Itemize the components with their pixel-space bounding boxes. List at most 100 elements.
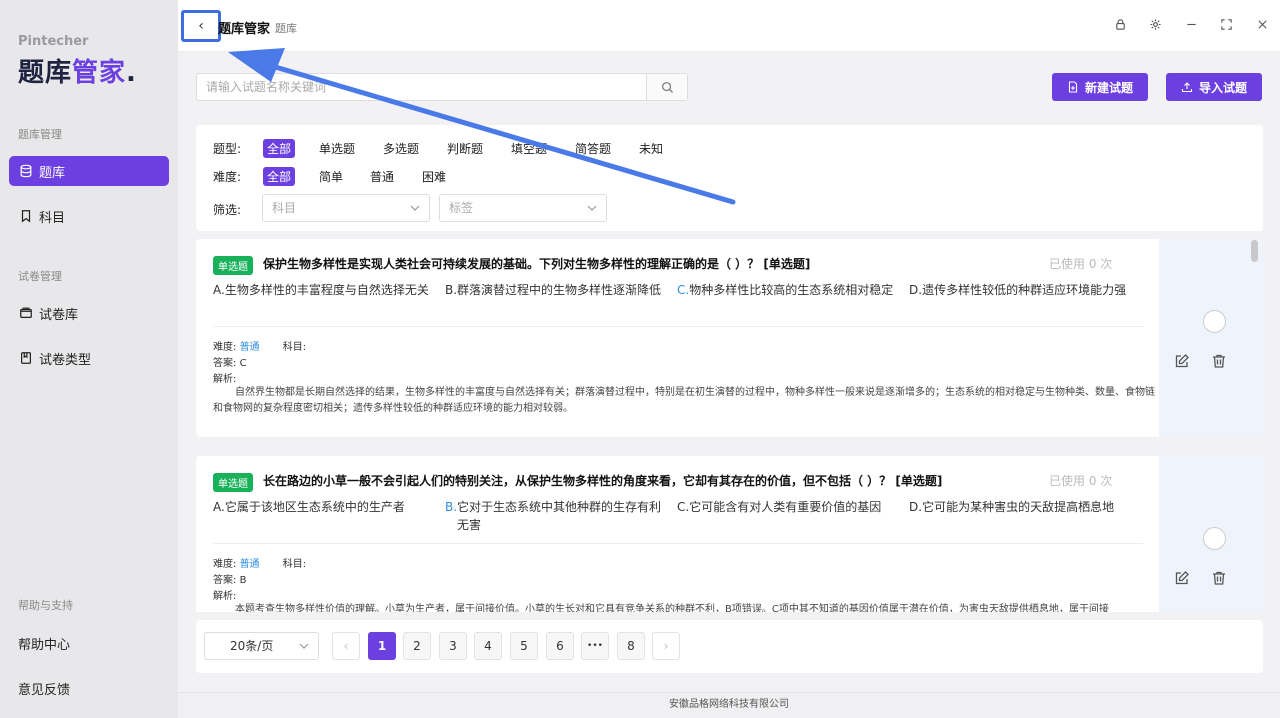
feedback-link[interactable]: 意见反馈 bbox=[18, 679, 70, 698]
trash-icon[interactable] bbox=[1211, 570, 1227, 586]
import-question-label: 导入试题 bbox=[1198, 80, 1247, 95]
difficulty-label: 难度: bbox=[213, 559, 237, 570]
question-option-c: C.物种多样性比较高的生态系统相对稳定 bbox=[677, 281, 897, 299]
breadcrumb: 题库 bbox=[275, 22, 297, 35]
usage-count: 已使用 0 次 bbox=[1049, 257, 1113, 271]
question-option-a: A.生物多样性的丰富程度与自然选择无关 bbox=[213, 281, 433, 299]
sidebar-item-question-bank[interactable]: 题库 bbox=[9, 156, 169, 186]
question-option-a: A.它属于该地区生态系统中的生产者 bbox=[213, 498, 433, 516]
type-filter-label: 题型: bbox=[213, 142, 242, 156]
option-text: 它属于该地区生态系统中的生产者 bbox=[224, 500, 405, 514]
question-option-c: C.它可能含有对人类有重要价值的基因 bbox=[677, 498, 897, 516]
option-text: 遗传多样性较低的种群适应环境能力强 bbox=[922, 283, 1127, 297]
page-button-4[interactable]: 4 bbox=[474, 632, 502, 660]
sidebar-item-paper-type[interactable]: 试卷类型 bbox=[9, 343, 169, 373]
option-letter: D. bbox=[909, 283, 923, 297]
gear-icon[interactable] bbox=[1148, 17, 1162, 31]
subject-select[interactable]: 科目 bbox=[262, 194, 430, 222]
page-button-5[interactable]: 5 bbox=[510, 632, 538, 660]
page-ellipsis-button[interactable]: ••• bbox=[581, 632, 609, 660]
import-question-button[interactable]: 导入试题 bbox=[1166, 73, 1262, 101]
brand-title: 题库管家. bbox=[18, 52, 137, 89]
subject-select-placeholder: 科目 bbox=[272, 201, 297, 215]
difficulty-option-normal[interactable]: 普通 bbox=[366, 167, 398, 186]
page-button-3[interactable]: 3 bbox=[439, 632, 467, 660]
type-option-all[interactable]: 全部 bbox=[263, 139, 296, 158]
question-type-badge: 单选题 bbox=[213, 473, 253, 492]
option-letter: B. bbox=[445, 500, 458, 514]
type-option-short[interactable]: 简答题 bbox=[571, 139, 615, 158]
option-letter: C. bbox=[677, 500, 690, 514]
question-option-d: D.遗传多样性较低的种群适应环境能力强 bbox=[909, 281, 1129, 299]
section-label-question-bank: 题库管理 bbox=[18, 128, 62, 141]
search-icon bbox=[661, 81, 673, 93]
question-type-badge: 单选题 bbox=[213, 256, 253, 275]
chevron-down-icon bbox=[299, 643, 309, 649]
question-side-panel bbox=[1159, 239, 1263, 437]
select-checkbox[interactable] bbox=[1203, 527, 1226, 550]
difficulty-option-easy[interactable]: 简单 bbox=[315, 167, 347, 186]
help-center-link[interactable]: 帮助中心 bbox=[18, 634, 70, 653]
minimize-icon[interactable] bbox=[1184, 17, 1198, 31]
search-button[interactable] bbox=[646, 74, 687, 100]
answer-row: 答案: B bbox=[213, 571, 246, 586]
page-button-8[interactable]: 8 bbox=[617, 632, 645, 660]
option-text: 它对于生态系统中其他种群的生存有利无害 bbox=[457, 500, 662, 532]
filter-label: 筛选: bbox=[213, 203, 242, 217]
option-letter: C. bbox=[677, 283, 690, 297]
page-button-1[interactable]: 1 bbox=[368, 632, 396, 660]
page-size-select[interactable]: 20条/页 bbox=[204, 632, 319, 660]
edit-icon[interactable] bbox=[1174, 353, 1190, 369]
sidebar-item-paper-library[interactable]: 试卷库 bbox=[9, 298, 169, 328]
option-text: 它可能为某种害虫的天敌提高栖息地 bbox=[922, 500, 1115, 514]
answer-value: C bbox=[239, 358, 247, 369]
page-button-6[interactable]: 6 bbox=[546, 632, 574, 660]
difficulty-label: 难度: bbox=[213, 342, 237, 353]
tag-select-placeholder: 标签 bbox=[449, 201, 474, 215]
question-card: 单选题 长在路边的小草一般不会引起人们的特别关注，从保护生物多样性的角度来看，它… bbox=[196, 456, 1263, 612]
option-letter: A. bbox=[213, 500, 225, 514]
lock-icon[interactable] bbox=[1113, 17, 1127, 31]
type-option-single[interactable]: 单选题 bbox=[315, 139, 359, 158]
new-question-button[interactable]: 新建试题 bbox=[1052, 73, 1148, 101]
brand-title-a: 题库 bbox=[18, 58, 73, 88]
difficulty-option-hard[interactable]: 困难 bbox=[418, 167, 450, 186]
chevron-down-icon bbox=[587, 205, 597, 211]
analysis-label: 解析: bbox=[213, 374, 237, 385]
type-option-judge[interactable]: 判断题 bbox=[443, 139, 487, 158]
sidebar-item-label: 试卷库 bbox=[39, 307, 79, 323]
close-icon[interactable] bbox=[1255, 17, 1269, 31]
edit-icon[interactable] bbox=[1174, 570, 1190, 586]
upload-icon bbox=[1181, 82, 1193, 93]
sidebar-item-label: 科目 bbox=[39, 210, 66, 226]
tag-select[interactable]: 标签 bbox=[439, 194, 607, 222]
scrollbar-thumb[interactable] bbox=[1251, 240, 1258, 262]
select-checkbox[interactable] bbox=[1203, 310, 1226, 333]
difficulty-value: 普通 bbox=[239, 559, 260, 570]
back-button[interactable]: ‹ bbox=[181, 10, 221, 42]
filter-panel: 题型: 全部 单选题 多选题 判断题 填空题 简答题 未知 难度: 全部 简单 … bbox=[196, 125, 1263, 231]
page-title: 题库管家 bbox=[218, 22, 271, 37]
answer-row: 答案: C bbox=[213, 354, 247, 369]
maximize-icon[interactable] bbox=[1219, 17, 1233, 31]
sidebar-item-subject[interactable]: 科目 bbox=[9, 201, 169, 231]
next-page-button[interactable]: › bbox=[652, 632, 680, 660]
pagination: 20条/页 ‹ 1 2 3 4 5 6 ••• 8 › bbox=[196, 620, 1263, 673]
type-option-unknown[interactable]: 未知 bbox=[635, 139, 667, 158]
type-option-multi[interactable]: 多选题 bbox=[379, 139, 423, 158]
option-text: 物种多样性比较高的生态系统相对稳定 bbox=[689, 283, 894, 297]
trash-icon[interactable] bbox=[1211, 353, 1227, 369]
page-button-2[interactable]: 2 bbox=[403, 632, 431, 660]
option-letter: D. bbox=[909, 500, 923, 514]
question-list: 单选题 保护生物多样性是实现人类社会可持续发展的基础。下列对生物多样性的理解正确… bbox=[196, 239, 1263, 612]
difficulty-option-all[interactable]: 全部 bbox=[263, 167, 296, 186]
search-input[interactable] bbox=[197, 74, 637, 100]
sidebar-item-label: 试卷类型 bbox=[39, 352, 92, 368]
question-title: 保护生物多样性是实现人类社会可持续发展的基础。下列对生物多样性的理解正确的是（ … bbox=[263, 257, 811, 271]
book-icon bbox=[19, 351, 33, 365]
prev-page-button[interactable]: ‹ bbox=[332, 632, 360, 660]
type-option-fill[interactable]: 填空题 bbox=[507, 139, 551, 158]
option-text: 它可能含有对人类有重要价值的基因 bbox=[689, 500, 882, 514]
database-icon bbox=[19, 164, 33, 178]
analysis-label: 解析: bbox=[213, 591, 237, 602]
